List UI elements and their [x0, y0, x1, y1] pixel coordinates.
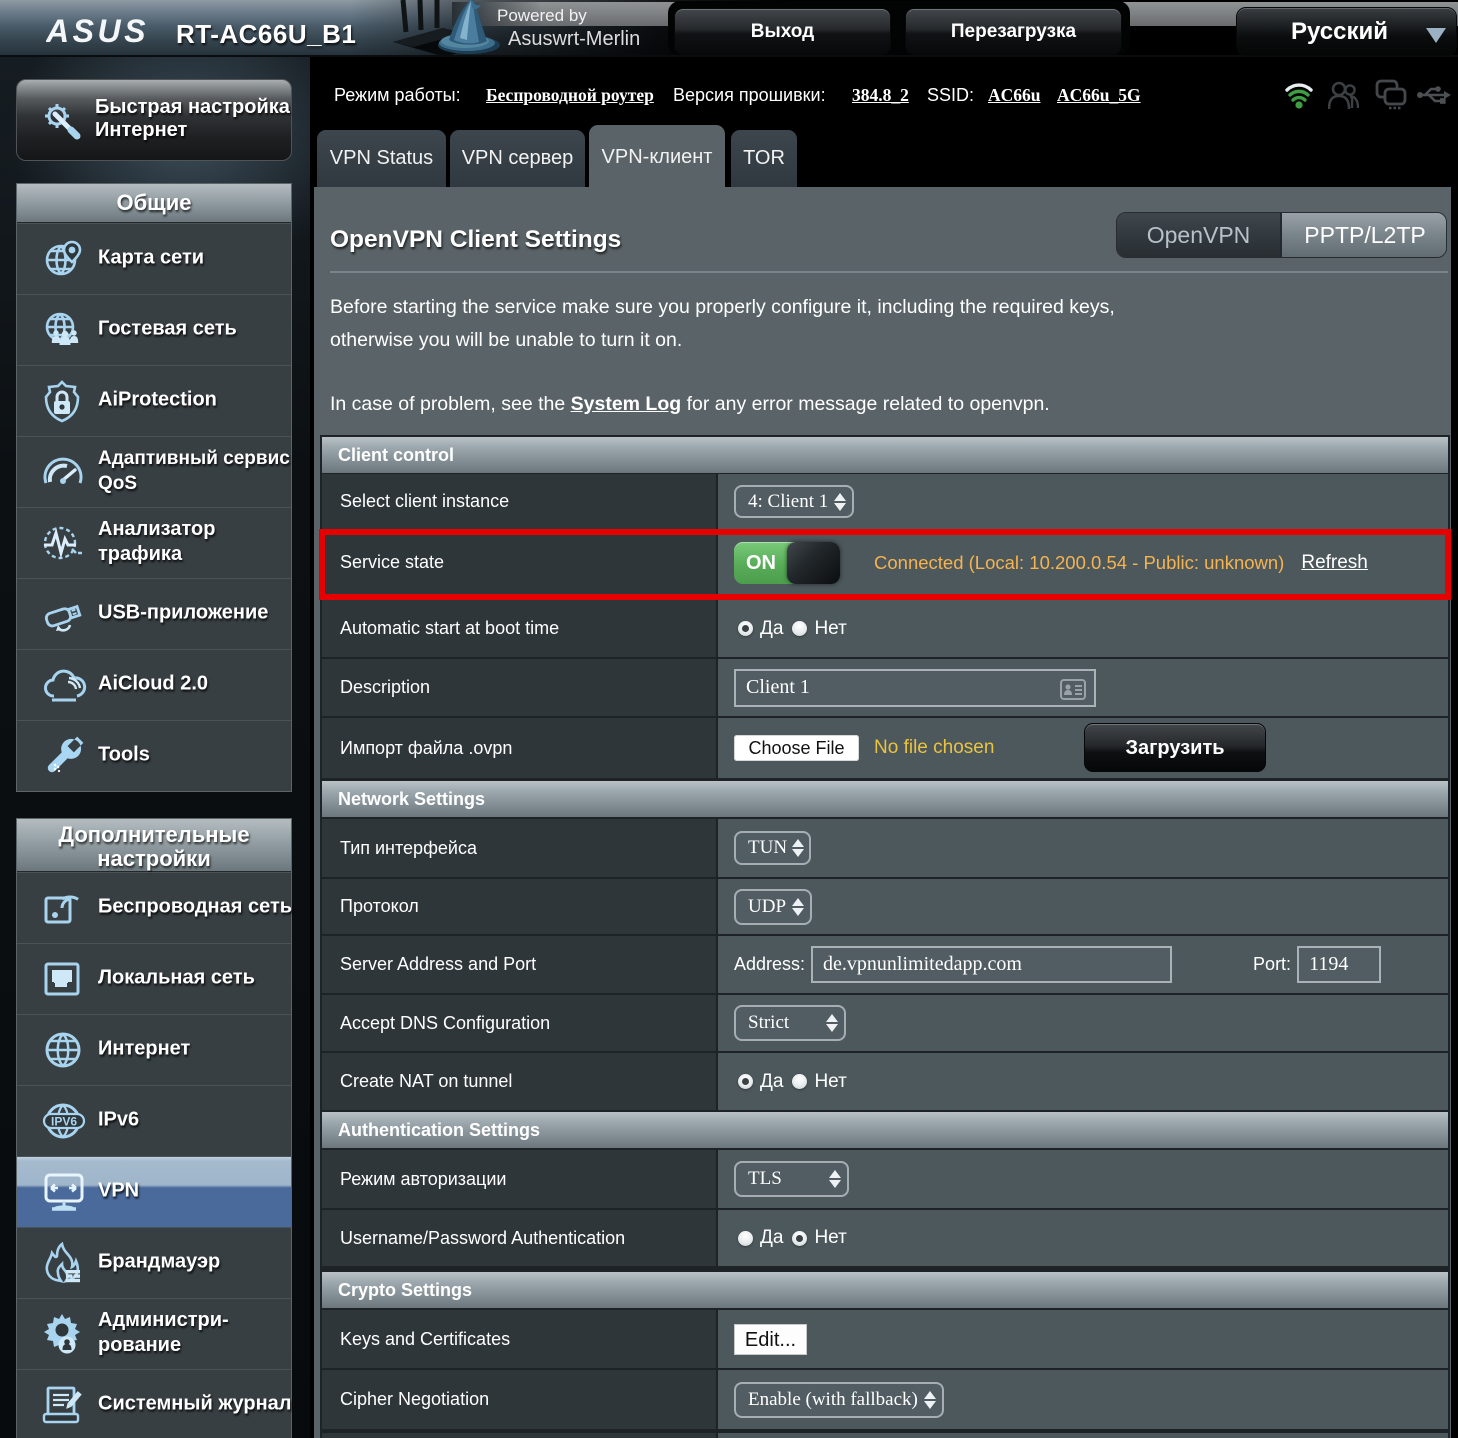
svg-text:IPV6: IPV6 [51, 1115, 77, 1129]
svg-text:ASUS: ASUS [46, 17, 149, 47]
